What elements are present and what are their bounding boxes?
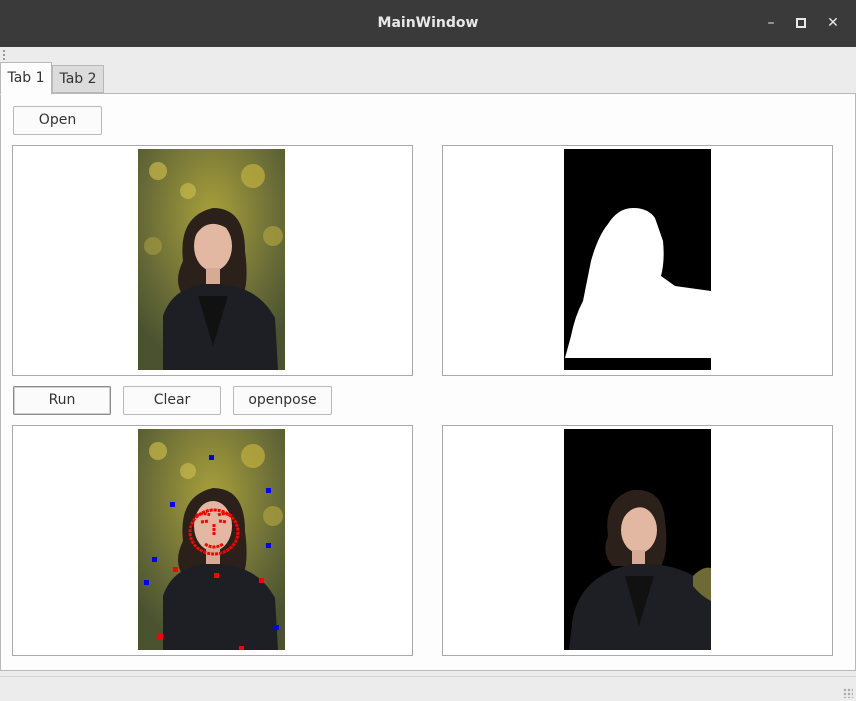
clear-button[interactable]: Clear <box>123 386 221 415</box>
minimize-button[interactable]: – <box>760 12 782 34</box>
tab-1[interactable]: Tab 1 <box>0 62 52 95</box>
segmented-image <box>564 429 711 650</box>
original-image <box>138 149 285 370</box>
maximize-icon <box>796 18 806 28</box>
toolbar-handle[interactable] <box>3 50 7 60</box>
window-title: MainWindow <box>377 15 479 31</box>
title-bar[interactable]: MainWindow – ✕ <box>0 0 856 47</box>
mask-image-view <box>442 145 833 376</box>
openpose-image <box>138 429 285 650</box>
tab-2[interactable]: Tab 2 <box>52 65 104 93</box>
main-window: MainWindow – ✕ Tab 1 Tab 2 Open Run Clea… <box>0 0 856 701</box>
close-button[interactable]: ✕ <box>822 12 844 34</box>
open-button[interactable]: Open <box>13 106 102 135</box>
resize-grip-icon[interactable] <box>843 688 853 698</box>
close-icon: ✕ <box>827 15 839 31</box>
original-image-view <box>12 145 413 376</box>
mask-image <box>564 149 711 370</box>
segmented-image-view <box>442 425 833 656</box>
openpose-button[interactable]: openpose <box>233 386 332 415</box>
run-button[interactable]: Run <box>13 386 111 415</box>
status-bar <box>0 676 856 701</box>
openpose-image-view <box>12 425 413 656</box>
minimize-icon: – <box>767 15 775 31</box>
maximize-button[interactable] <box>790 12 812 34</box>
